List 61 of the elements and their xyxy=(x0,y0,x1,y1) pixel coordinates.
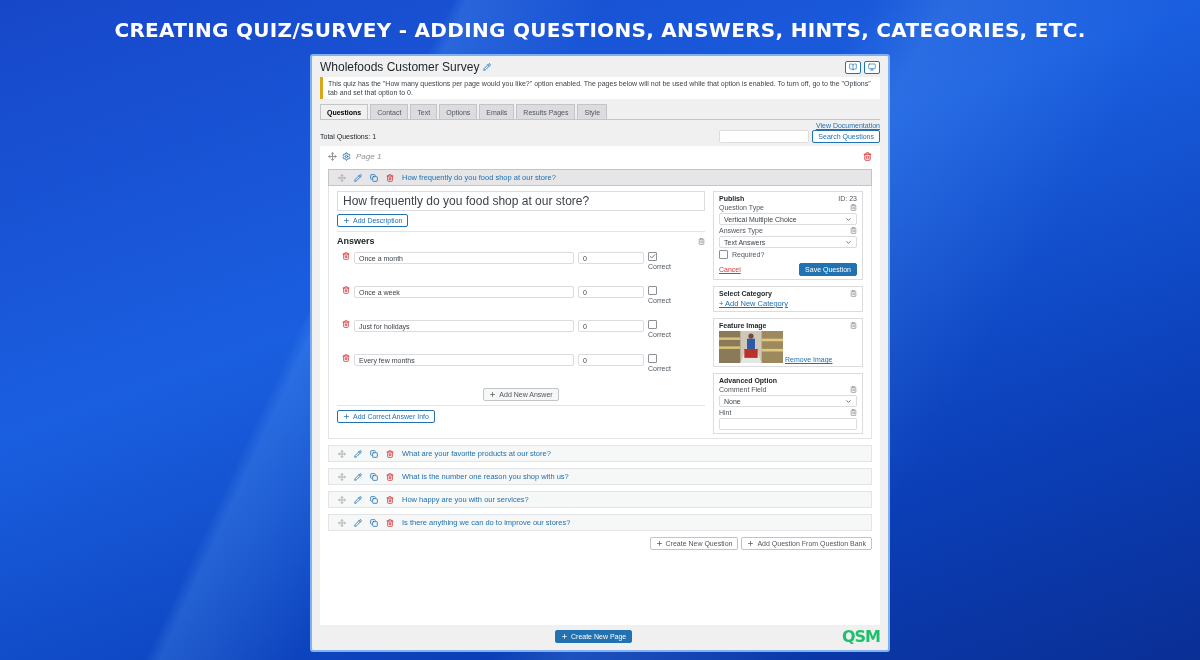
correct-checkbox[interactable] xyxy=(648,354,657,363)
headline: CREATING QUIZ/SURVEY - ADDING QUESTIONS, ANSWERS, HINTS, CATEGORIES, ETC. xyxy=(114,18,1086,44)
correct-checkbox[interactable] xyxy=(648,252,657,261)
plus-icon xyxy=(747,540,755,547)
search-field[interactable] xyxy=(719,130,810,143)
trash-icon[interactable] xyxy=(863,151,872,161)
hint-field[interactable] xyxy=(719,418,857,430)
copy-icon[interactable] xyxy=(370,173,378,182)
book-icon xyxy=(849,63,857,71)
quiz-title: Wholefoods Customer Survey xyxy=(320,60,480,74)
move-icon[interactable] xyxy=(338,173,346,182)
copy-icon[interactable] xyxy=(370,495,378,504)
trash-icon[interactable] xyxy=(342,252,350,260)
trash-icon[interactable] xyxy=(386,173,394,182)
plus-icon xyxy=(489,391,497,398)
page-title: Page 1 xyxy=(356,151,382,161)
trash-icon[interactable] xyxy=(386,472,394,481)
clipboard-icon xyxy=(850,409,857,416)
move-icon[interactable] xyxy=(338,518,346,527)
clipboard-icon xyxy=(698,237,705,245)
logo: QSM xyxy=(841,627,880,646)
plus-icon xyxy=(561,633,568,640)
caret-icon xyxy=(845,215,852,223)
answers-heading: Answers xyxy=(337,236,375,246)
pencil-icon[interactable] xyxy=(354,472,362,481)
trash-icon[interactable] xyxy=(342,286,350,294)
move-icon[interactable] xyxy=(338,495,346,504)
pencil-icon[interactable] xyxy=(354,449,362,458)
trash-icon[interactable] xyxy=(386,495,394,504)
pencil-icon[interactable] xyxy=(354,495,362,504)
plus-icon xyxy=(655,540,663,547)
book-button[interactable] xyxy=(845,60,861,74)
trash-icon[interactable] xyxy=(386,449,394,458)
copy-icon[interactable] xyxy=(370,449,378,458)
pencil-icon[interactable] xyxy=(354,518,362,527)
trash-icon[interactable] xyxy=(342,320,350,328)
pencil-icon[interactable] xyxy=(354,173,362,182)
caret-icon xyxy=(845,238,852,246)
clipboard-icon xyxy=(850,322,857,329)
copy-icon[interactable] xyxy=(370,518,378,527)
monitor-button[interactable] xyxy=(864,60,880,74)
trash-icon[interactable] xyxy=(386,518,394,527)
question-input[interactable]: How frequently do you food shop at our store? xyxy=(337,191,705,211)
required-checkbox[interactable] xyxy=(719,250,728,259)
clipboard-icon xyxy=(850,290,857,297)
copy-icon[interactable] xyxy=(370,472,378,481)
monitor-icon xyxy=(868,63,876,71)
plus-icon xyxy=(343,413,350,420)
move-icon[interactable] xyxy=(338,449,346,458)
move-icon[interactable] xyxy=(338,472,346,481)
correct-checkbox[interactable] xyxy=(648,286,657,295)
correct-checkbox[interactable] xyxy=(648,320,657,329)
plus-icon xyxy=(343,217,350,224)
pencil-icon[interactable] xyxy=(483,63,492,71)
move-icon[interactable] xyxy=(328,151,337,161)
settings-icon[interactable] xyxy=(342,151,351,161)
trash-icon[interactable] xyxy=(342,354,350,362)
clipboard-icon xyxy=(850,204,857,211)
clipboard-icon xyxy=(850,386,857,393)
caret-icon xyxy=(845,397,852,405)
clipboard-icon xyxy=(850,227,857,234)
